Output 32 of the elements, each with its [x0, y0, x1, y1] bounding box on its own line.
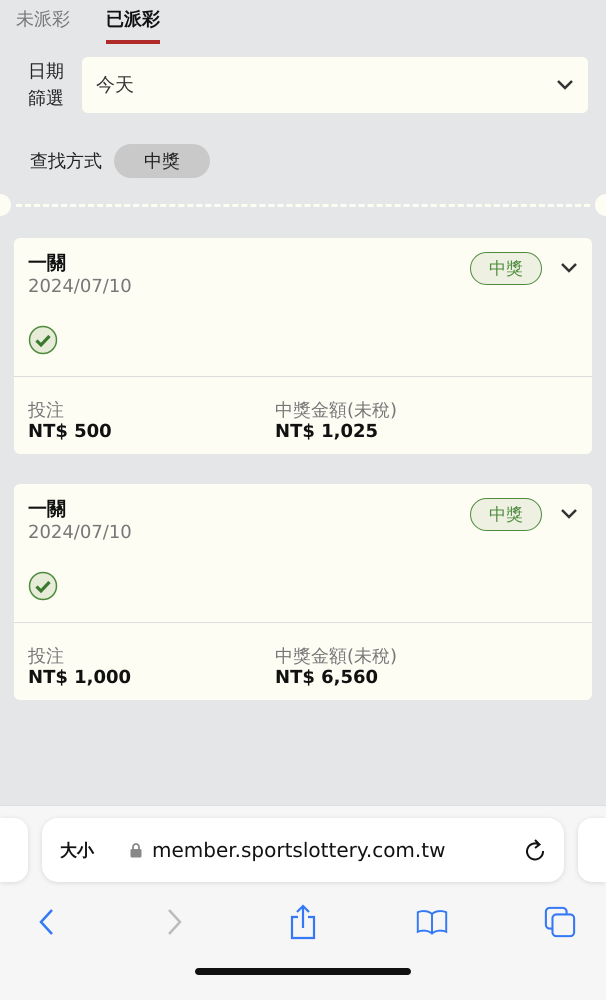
filter-label: 日期篩選	[28, 60, 64, 111]
tab[interactable]: 已派彩	[106, 4, 160, 44]
chevron-down-icon[interactable]	[560, 262, 578, 274]
stake-label: 投注	[28, 401, 65, 421]
stake-label: 投注	[28, 646, 65, 667]
chevron-down-icon[interactable]	[560, 508, 578, 520]
status-badge: 中獎	[470, 252, 542, 285]
chevron-down-icon[interactable]	[556, 79, 574, 91]
filter-chip[interactable]: 中獎	[114, 144, 210, 178]
date-select[interactable]: 今天	[82, 57, 588, 113]
book-icon[interactable]	[416, 907, 448, 937]
search-mode-label: 查找方式	[30, 150, 102, 174]
bet-date: 2024/07/10	[28, 276, 132, 297]
stake-amount: NT$ 500	[28, 420, 113, 442]
payout-label: 中獎金額(未稅)	[275, 401, 398, 421]
bet-title: 一關	[28, 251, 67, 276]
share-icon[interactable]	[288, 904, 318, 940]
url-text: member.sportslottery.com.tw	[152, 838, 446, 862]
lock-icon	[130, 842, 142, 858]
tab[interactable]: 未派彩	[16, 4, 70, 44]
address-bar[interactable]: 大小 member.sportslottery.com.tw	[42, 818, 564, 882]
bet-title: 一關	[28, 496, 67, 522]
back-icon[interactable]	[38, 908, 54, 936]
reload-icon[interactable]	[524, 838, 546, 862]
stake-amount: NT$ 1,000	[28, 666, 132, 688]
payout-amount: NT$ 1,025	[275, 420, 380, 442]
payout-amount: NT$ 6,560	[275, 666, 380, 688]
text-size-button[interactable]: 大小	[60, 838, 94, 862]
bet-date: 2024/07/10	[28, 522, 132, 543]
payout-label: 中獎金額(未稅)	[275, 646, 398, 667]
tabs-icon[interactable]	[544, 905, 576, 939]
status-badge: 中獎	[470, 498, 542, 531]
